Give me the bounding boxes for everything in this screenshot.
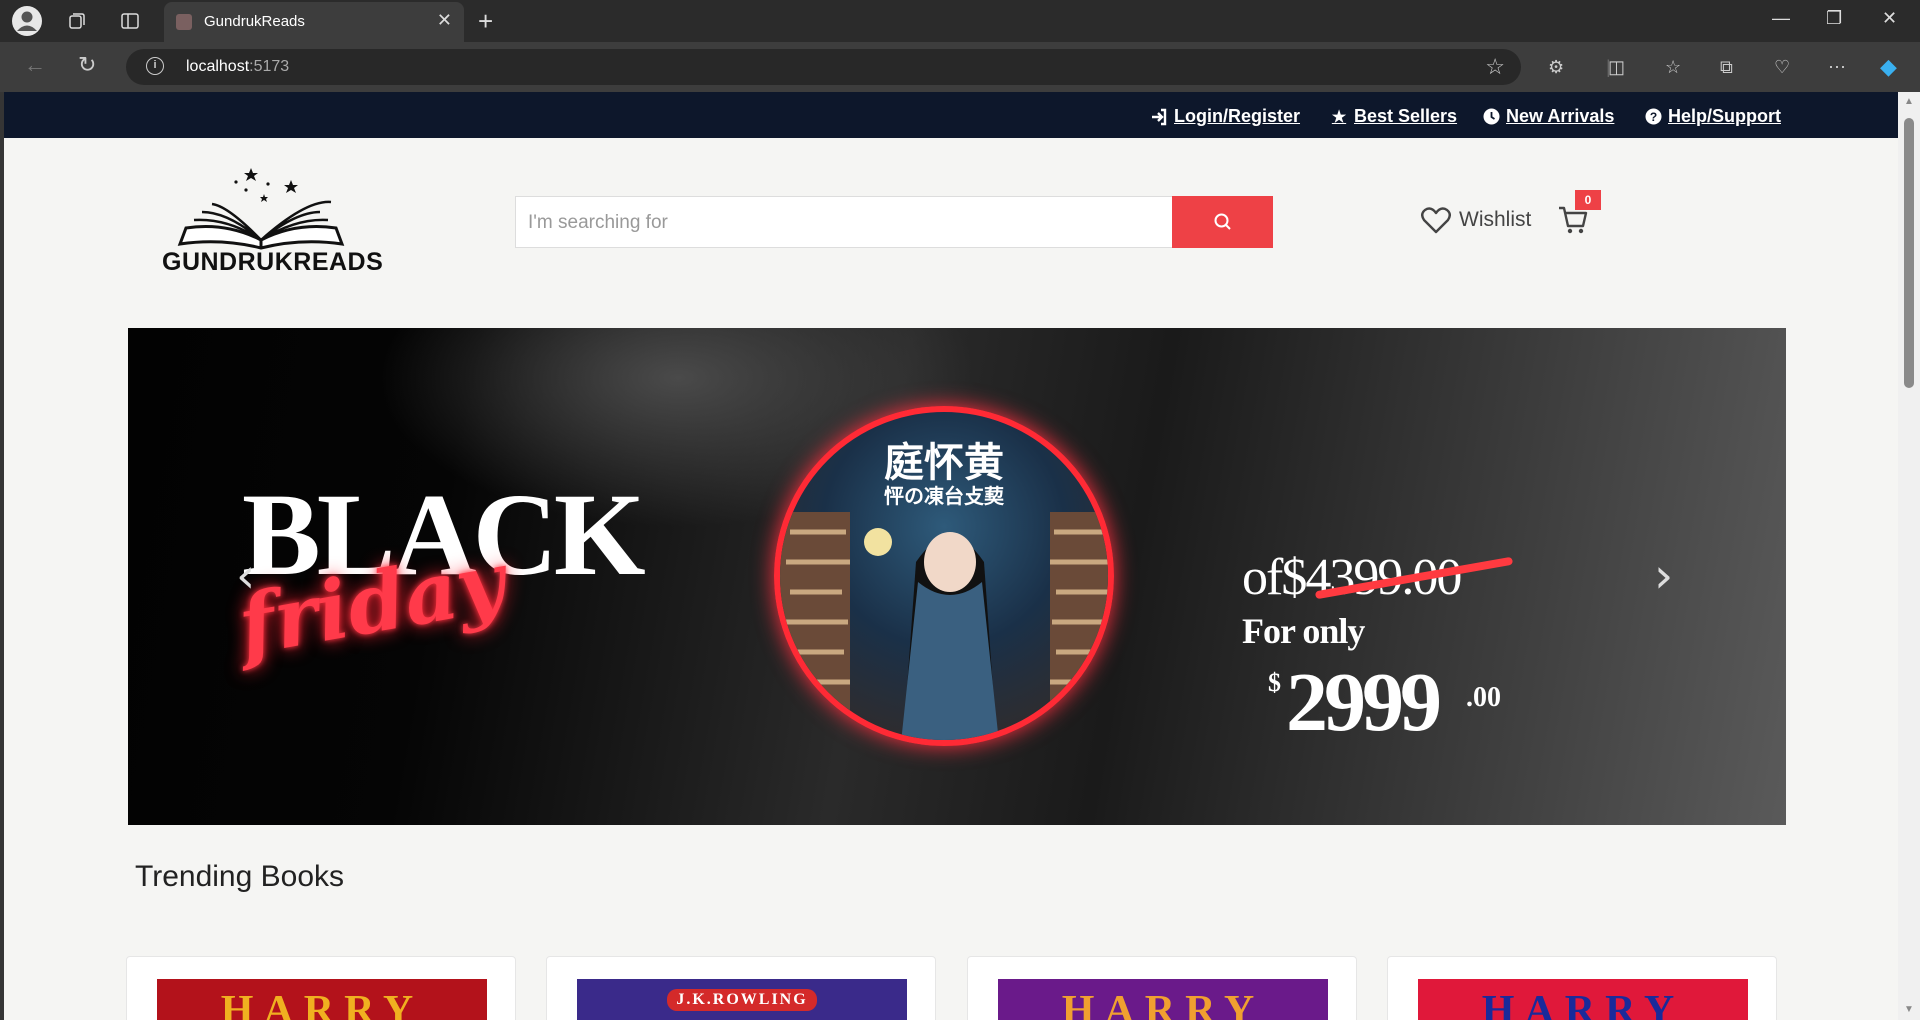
more-menu-icon[interactable]: ⋯ — [1828, 57, 1846, 78]
page-viewport: Login/Register ★ Best Sellers New Arriva… — [4, 92, 1898, 1020]
restore-icon[interactable]: ❐ — [1826, 8, 1842, 29]
star-icon: ★ — [1331, 108, 1347, 126]
back-icon[interactable]: ← — [24, 52, 46, 78]
brand-name: GUNDRUKREADS — [162, 248, 384, 276]
favorites-icon[interactable]: ☆ — [1665, 57, 1681, 78]
promo-banner-carousel[interactable]: BLACK friday 庭怀黄 怦の凍台攴葜 of$4399.00 For o… — [128, 328, 1786, 825]
new-tab-icon[interactable]: + — [478, 6, 493, 37]
open-book-icon — [177, 168, 345, 250]
sign-in-icon — [1150, 108, 1168, 126]
question-circle-icon: ? — [1644, 108, 1662, 126]
site-info-icon[interactable]: i — [146, 57, 164, 75]
price-currency: $ — [1268, 668, 1281, 697]
close-window-icon[interactable]: ✕ — [1882, 8, 1897, 29]
tab-strip: GundrukReads ✕ + — ❐ ✕ — [0, 0, 1920, 42]
heart-icon — [1421, 207, 1451, 234]
featured-book-cover[interactable]: 庭怀黄 怦の凍台攴葜 — [774, 406, 1114, 746]
browser-toolbar: ← ↻ i localhost:5173 ☆ ⚙ | ◫ ☆ ⧉ ♡ ⋯ ◆ — [0, 42, 1920, 92]
help-support-link[interactable]: ? Help/Support — [1644, 106, 1781, 127]
sale-price: 2999 — [1286, 656, 1442, 749]
close-tab-icon[interactable]: ✕ — [437, 10, 452, 31]
browser-window: GundrukReads ✕ + — ❐ ✕ ← ↻ i localhost:5… — [0, 0, 1920, 1020]
new-arrivals-label: New Arrivals — [1506, 106, 1615, 126]
extensions-icon[interactable]: ⚙ — [1548, 57, 1564, 78]
url-text: localhost:5173 — [186, 58, 289, 76]
best-sellers-label: Best Sellers — [1354, 106, 1458, 126]
scroll-down-icon[interactable]: ▼ — [1904, 1004, 1914, 1015]
browser-tab[interactable]: GundrukReads ✕ — [164, 2, 464, 42]
book-cover-text: J.K.ROWLING — [667, 989, 817, 1011]
profile-icon[interactable] — [12, 6, 42, 36]
collections-icon[interactable]: ⧉ — [1720, 57, 1733, 78]
svg-text:?: ? — [1649, 110, 1656, 124]
book-cover: J.K.ROWLING — [577, 979, 907, 1020]
login-register-link[interactable]: Login/Register — [1150, 106, 1300, 127]
book-card[interactable]: HARRY — [1387, 956, 1777, 1020]
refresh-icon[interactable]: ↻ — [78, 52, 96, 78]
sale-price-cents: .00 — [1466, 682, 1501, 713]
favicon-icon — [176, 14, 192, 30]
offer-label: For only — [1242, 611, 1365, 651]
site-logo[interactable]: GUNDRUKREADS — [156, 162, 383, 282]
tab-title: GundrukReads — [204, 13, 305, 30]
search-button[interactable] — [1172, 196, 1273, 248]
wishlist-button[interactable]: Wishlist — [1421, 206, 1531, 234]
copilot-icon[interactable]: ◆ — [1880, 54, 1897, 80]
book-card[interactable]: HARRY — [967, 956, 1357, 1020]
book-cover: HARRY — [157, 979, 487, 1020]
book-cover: HARRY — [998, 979, 1328, 1020]
best-sellers-link[interactable]: ★ Best Sellers — [1330, 106, 1457, 127]
book-cover-text: HARRY — [220, 988, 424, 1020]
page-scrollbar[interactable]: ▲ ▼ — [1898, 92, 1920, 1020]
scrollbar-thumb[interactable] — [1904, 118, 1914, 388]
clock-icon — [1482, 108, 1500, 126]
wishlist-label: Wishlist — [1459, 208, 1532, 231]
help-support-label: Help/Support — [1668, 106, 1781, 126]
minimize-icon[interactable]: — — [1772, 8, 1790, 29]
url-port: :5173 — [249, 58, 290, 75]
top-navigation-bar: Login/Register ★ Best Sellers New Arriva… — [4, 92, 1898, 138]
carousel-prev-icon[interactable]: ‹ — [236, 548, 255, 604]
workspaces-icon[interactable] — [64, 8, 90, 34]
book-cover: HARRY — [1418, 979, 1748, 1020]
carousel-next-icon[interactable]: › — [1654, 548, 1673, 604]
book-card[interactable]: HARRY — [126, 956, 516, 1020]
book-card[interactable]: J.K.ROWLING — [546, 956, 936, 1020]
search-placeholder: I'm searching for — [528, 212, 668, 233]
split-screen-icon[interactable]: ◫ — [1608, 57, 1625, 78]
search-input[interactable]: I'm searching for — [515, 196, 1176, 248]
scroll-up-icon[interactable]: ▲ — [1904, 96, 1914, 107]
trending-books-heading: Trending Books — [135, 860, 345, 893]
search-icon — [1214, 213, 1231, 230]
book-cover-text: HARRY — [1481, 988, 1685, 1020]
new-arrivals-link[interactable]: New Arrivals — [1482, 106, 1614, 127]
login-register-label: Login/Register — [1174, 106, 1301, 126]
book-cover-text: HARRY — [1061, 988, 1265, 1020]
favorite-star-icon[interactable]: ☆ — [1485, 54, 1505, 80]
cart-button[interactable]: 0 — [1557, 190, 1601, 241]
address-bar[interactable]: i localhost:5173 ☆ — [126, 49, 1521, 85]
browser-essentials-icon[interactable]: ♡ — [1774, 57, 1790, 78]
cover-illustration — [780, 512, 1108, 740]
cart-count-badge: 0 — [1575, 190, 1601, 210]
vertical-tabs-icon[interactable] — [117, 8, 143, 34]
url-host: localhost — [186, 58, 250, 75]
